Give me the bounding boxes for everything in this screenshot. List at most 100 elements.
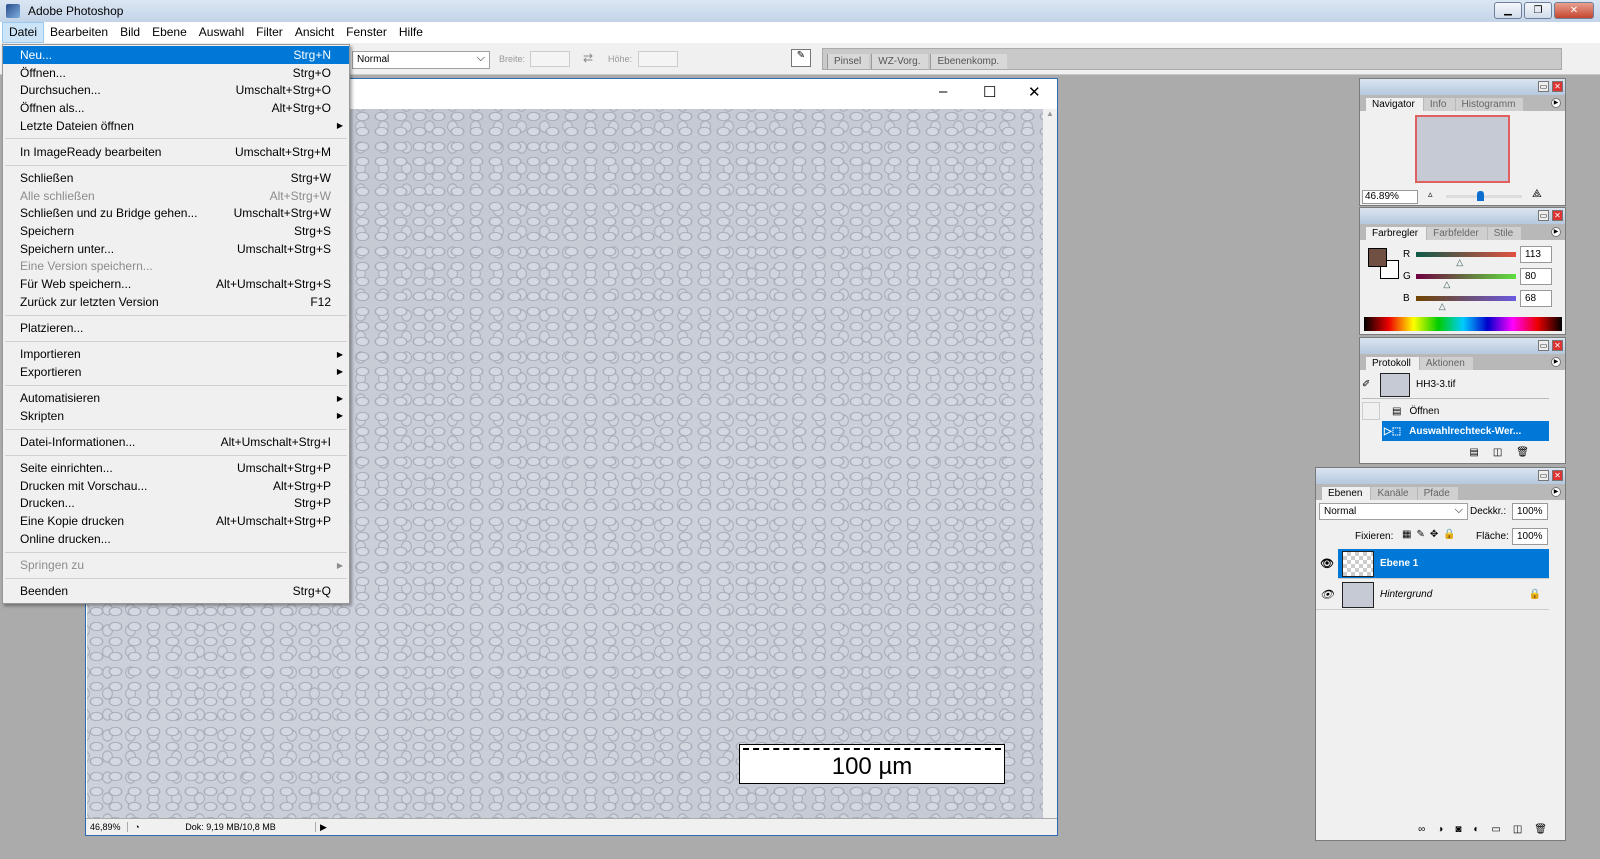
layer-row[interactable]: 👁 Ebene 1 xyxy=(1316,548,1549,579)
history-footer-buttons[interactable]: ▤◫🗑 xyxy=(1360,447,1565,463)
menu-item[interactable]: Platzieren... xyxy=(3,319,349,337)
panel-tab[interactable]: Ebenen xyxy=(1322,487,1371,500)
menu-item[interactable]: Öffnen... Strg+O xyxy=(3,64,349,82)
menu-item[interactable]: Datei-Informationen... Alt+Umschalt+Strg+… xyxy=(3,433,349,451)
history-snapshot[interactable]: ✐ HH3-3.tif xyxy=(1362,371,1549,399)
history-item-active[interactable]: ▷⬚ Auswahlrechteck-Wer... xyxy=(1382,421,1549,441)
menu-item[interactable]: Eine Kopie drucken Alt+Umschalt+Strg+P xyxy=(3,512,349,530)
doc-close-icon[interactable]: ✕ xyxy=(1028,83,1041,101)
menu-ebene[interactable]: Ebene xyxy=(146,23,193,42)
menu-hilfe[interactable]: Hilfe xyxy=(393,23,429,42)
channel-value-input[interactable]: 113 xyxy=(1520,246,1552,263)
menu-filter[interactable]: Filter xyxy=(250,23,289,42)
menu-item[interactable]: Zurück zur letzten Version F12 xyxy=(3,293,349,311)
panel-tab[interactable]: Aktionen xyxy=(1419,357,1473,370)
menu-item[interactable]: Schließen Strg+W xyxy=(3,169,349,187)
lock-icons[interactable]: ▦✎✥🔒 xyxy=(1402,529,1461,540)
menu-item[interactable]: Letzte Dateien öffnen ▶ xyxy=(3,117,349,135)
status-menu-arrow-icon[interactable]: ▶ xyxy=(316,822,327,833)
menu-ansicht[interactable]: Ansicht xyxy=(289,23,340,42)
swap-icon[interactable]: ⇄ xyxy=(583,51,593,65)
zoom-slider[interactable] xyxy=(1446,191,1522,201)
visibility-eye-icon[interactable]: 👁 xyxy=(1316,588,1338,601)
panel-tab[interactable]: Kanäle xyxy=(1371,487,1417,500)
panel-tab[interactable]: Navigator xyxy=(1366,98,1423,111)
style-select[interactable]: Normal xyxy=(352,51,490,69)
menu-item[interactable]: Beenden Strg+Q xyxy=(3,582,349,600)
close-panel-icon[interactable]: ✕ xyxy=(1552,470,1563,481)
palette-well-tab[interactable]: WZ-Vorg. xyxy=(871,54,929,69)
zoom-readout[interactable]: 46,89% xyxy=(86,822,128,832)
channel-value-input[interactable]: 68 xyxy=(1520,290,1552,307)
minimize-panel-icon[interactable]: ▭ xyxy=(1538,470,1549,481)
panel-menu-icon[interactable]: ▶ xyxy=(1551,98,1561,108)
menu-datei[interactable]: Datei xyxy=(2,22,45,43)
panel-menu-icon[interactable]: ▶ xyxy=(1551,487,1561,497)
channel-value-input[interactable]: 80 xyxy=(1520,268,1552,285)
panel-tab[interactable]: Info xyxy=(1423,98,1455,111)
width-input[interactable] xyxy=(530,51,570,67)
layers-footer-buttons[interactable]: ∞◑◙◐▭◫🗑 xyxy=(1316,824,1565,840)
channel-slider-thumb[interactable]: △ xyxy=(1443,279,1450,290)
menu-item[interactable]: Automatisieren ▶ xyxy=(3,389,349,407)
file-browser-icon[interactable]: ✎ xyxy=(791,49,811,67)
foreground-color-swatch[interactable] xyxy=(1368,248,1387,267)
menu-item[interactable]: Speichern unter... Umschalt+Strg+S xyxy=(3,240,349,258)
menu-bearbeiten[interactable]: Bearbeiten xyxy=(44,23,114,42)
height-input[interactable] xyxy=(638,51,678,67)
channel-slider-thumb[interactable]: △ xyxy=(1439,301,1446,312)
minimize-panel-icon[interactable]: ▭ xyxy=(1538,210,1549,221)
close-panel-icon[interactable]: ✕ xyxy=(1552,81,1563,92)
close-panel-icon[interactable]: ✕ xyxy=(1552,210,1563,221)
menu-item[interactable]: Importieren ▶ xyxy=(3,345,349,363)
panel-tab[interactable]: Farbfelder xyxy=(1427,227,1487,240)
menu-item[interactable]: Schließen und zu Bridge gehen... Umschalt… xyxy=(3,205,349,223)
menu-item[interactable]: Für Web speichern... Alt+Umschalt+Strg+S xyxy=(3,275,349,293)
panel-tab[interactable]: Histogramm xyxy=(1455,98,1524,111)
navigator-preview[interactable] xyxy=(1415,115,1510,183)
menu-item[interactable]: Neu... Strg+N xyxy=(3,46,349,64)
visibility-eye-icon[interactable]: 👁 xyxy=(1316,548,1338,579)
panel-tab[interactable]: Stile xyxy=(1487,227,1522,240)
opacity-input[interactable]: 100% xyxy=(1512,503,1548,520)
color-ramp[interactable] xyxy=(1364,317,1562,331)
panel-tab[interactable]: Farbregler xyxy=(1366,227,1427,240)
minimize-button[interactable]: ▁ xyxy=(1494,2,1522,19)
minimize-panel-icon[interactable]: ▭ xyxy=(1538,81,1549,92)
history-item[interactable]: ▤ Öffnen xyxy=(1362,401,1549,421)
palette-well-tab[interactable]: Pinsel xyxy=(827,54,870,69)
zoom-out-icon[interactable]: ▵ xyxy=(1428,189,1433,200)
minimize-panel-icon[interactable]: ▭ xyxy=(1538,340,1549,351)
panel-tab[interactable]: Protokoll xyxy=(1366,357,1419,370)
menu-auswahl[interactable]: Auswahl xyxy=(193,23,250,42)
doc-maximize-icon[interactable]: ☐ xyxy=(983,83,996,101)
panel-menu-icon[interactable]: ▶ xyxy=(1551,227,1561,237)
menu-item[interactable]: Drucken mit Vorschau... Alt+Strg+P xyxy=(3,477,349,495)
menu-item[interactable]: Skripten ▶ xyxy=(3,407,349,425)
menu-item[interactable]: Speichern Strg+S xyxy=(3,222,349,240)
menu-item[interactable]: Durchsuchen... Umschalt+Strg+O xyxy=(3,81,349,99)
menu-item[interactable]: Online drucken... xyxy=(3,530,349,548)
menu-item[interactable]: Drucken... Strg+P xyxy=(3,495,349,513)
status-icon[interactable]: ◔ xyxy=(128,822,146,832)
zoom-slider-thumb[interactable] xyxy=(1477,191,1485,201)
channel-slider-thumb[interactable]: △ xyxy=(1456,257,1463,268)
history-brush-icon[interactable]: ✐ xyxy=(1362,379,1380,390)
fill-input[interactable]: 100% xyxy=(1512,528,1548,545)
zoom-in-icon[interactable]: ⟁ xyxy=(1532,188,1542,201)
panel-tab[interactable]: Pfade xyxy=(1417,487,1458,500)
doc-minimize-icon[interactable]: – xyxy=(939,83,947,100)
menu-item[interactable]: Exportieren ▶ xyxy=(3,363,349,381)
menu-item[interactable]: In ImageReady bearbeiten Umschalt+Strg+M xyxy=(3,143,349,161)
channel-slider[interactable] xyxy=(1416,274,1516,279)
menu-item[interactable]: Öffnen als... Alt+Strg+O xyxy=(3,99,349,117)
restore-button[interactable]: ❐ xyxy=(1524,2,1552,19)
layer-row[interactable]: 👁 Hintergrund 🔒 xyxy=(1316,580,1549,610)
menu-fenster[interactable]: Fenster xyxy=(340,23,393,42)
menu-item[interactable]: Seite einrichten... Umschalt+Strg+P xyxy=(3,459,349,477)
navigator-zoom-input[interactable]: 46.89% xyxy=(1362,190,1418,204)
channel-slider[interactable] xyxy=(1416,252,1516,257)
blend-mode-select[interactable]: Normal xyxy=(1319,503,1468,520)
vertical-scrollbar[interactable]: ▲ xyxy=(1043,109,1057,819)
panel-menu-icon[interactable]: ▶ xyxy=(1551,357,1561,367)
